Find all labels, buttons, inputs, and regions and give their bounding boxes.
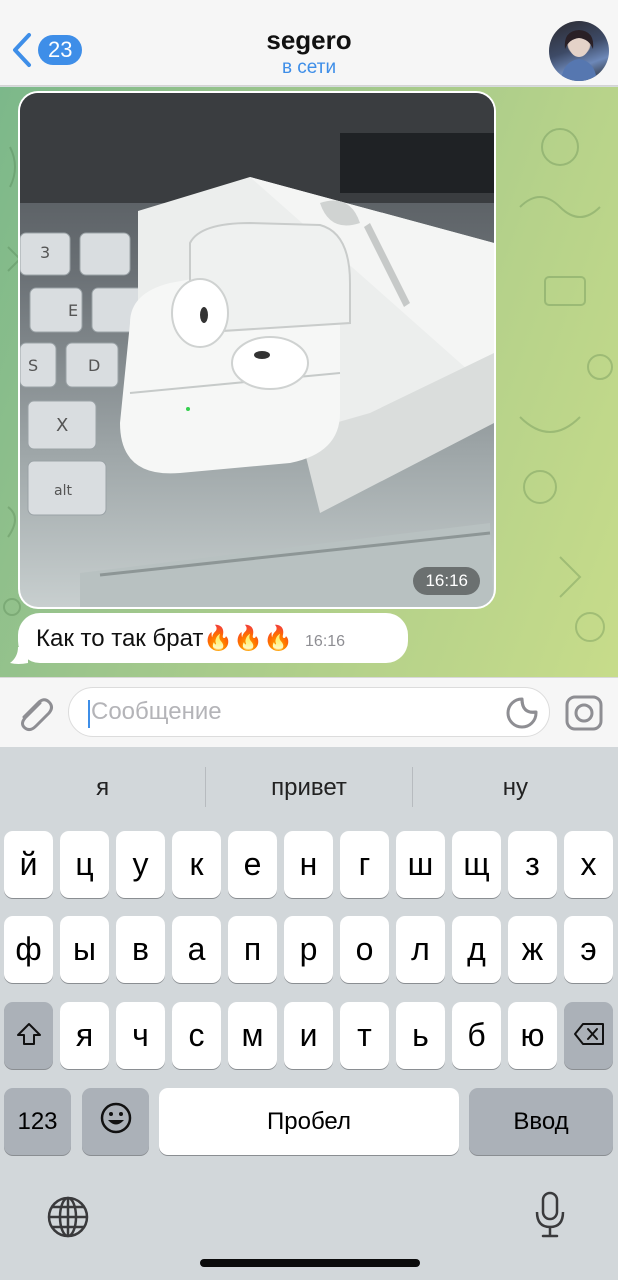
svg-text:3: 3	[40, 243, 50, 262]
svg-text:D: D	[88, 356, 100, 375]
key[interactable]: ч	[116, 1002, 165, 1069]
text-message[interactable]: Как то так брат🔥🔥🔥 16:16	[18, 613, 408, 663]
key[interactable]: е	[228, 831, 277, 898]
svg-text:E: E	[68, 301, 78, 320]
suggestion-item[interactable]: привет	[206, 767, 411, 809]
message-text: Как то так брат🔥🔥🔥	[36, 624, 294, 652]
key[interactable]: я	[60, 1002, 109, 1069]
key[interactable]: ф	[4, 916, 53, 983]
composer-bar	[0, 677, 618, 747]
numbers-key[interactable]: 123	[4, 1088, 71, 1155]
key[interactable]: в	[116, 916, 165, 983]
key[interactable]: ю	[508, 1002, 557, 1069]
key[interactable]: ц	[60, 831, 109, 898]
key[interactable]: ь	[396, 1002, 445, 1069]
key[interactable]: у	[116, 831, 165, 898]
key[interactable]: м	[228, 1002, 277, 1069]
key[interactable]: т	[340, 1002, 389, 1069]
photo-message[interactable]: 3 E S D X alt 16:16	[18, 91, 496, 609]
chat-area[interactable]: 3 E S D X alt 16:16 Как то так брат🔥🔥🔥 1…	[0, 87, 618, 677]
svg-text:S: S	[28, 356, 38, 375]
emoji-key[interactable]	[82, 1088, 149, 1155]
key[interactable]: к	[172, 831, 221, 898]
text-caret	[88, 700, 90, 728]
key[interactable]: д	[452, 916, 501, 983]
key[interactable]: ы	[60, 916, 109, 983]
key[interactable]: щ	[452, 831, 501, 898]
suggestion-bar: я привет ну	[0, 767, 618, 809]
key[interactable]: г	[340, 831, 389, 898]
globe-icon[interactable]	[46, 1195, 90, 1244]
backspace-icon	[573, 1017, 605, 1054]
message-photo[interactable]: 3 E S D X alt 16:16	[20, 93, 494, 607]
suggestion-item[interactable]: я	[0, 767, 205, 809]
chat-title: segero	[266, 25, 352, 55]
chat-header: 23 segero в сети	[0, 0, 618, 86]
sticker-icon[interactable]	[505, 696, 539, 735]
delete-key[interactable]	[564, 1002, 613, 1069]
key[interactable]: п	[228, 916, 277, 983]
shift-icon	[16, 1017, 42, 1054]
key[interactable]: ш	[396, 831, 445, 898]
key[interactable]: н	[284, 831, 333, 898]
photo-airpods-illustration: 3 E S D X alt	[20, 93, 494, 607]
key[interactable]: х	[564, 831, 613, 898]
on-screen-keyboard: я привет ну й ц у к е н г ш щ з х ф ы в …	[0, 747, 618, 1280]
suggestion-item[interactable]: ну	[413, 767, 618, 809]
paperclip-icon[interactable]	[14, 694, 54, 737]
key[interactable]: и	[284, 1002, 333, 1069]
message-input-field[interactable]	[68, 687, 550, 737]
bubble-tail	[10, 647, 28, 664]
microphone-icon[interactable]	[532, 1190, 568, 1245]
key[interactable]: а	[172, 916, 221, 983]
message-input[interactable]	[91, 688, 491, 736]
key[interactable]: б	[452, 1002, 501, 1069]
avatar[interactable]	[549, 21, 609, 81]
emoji-icon	[99, 1101, 133, 1143]
photo-timestamp: 16:16	[413, 567, 480, 595]
svg-text:alt: alt	[54, 483, 72, 499]
svg-text:X: X	[56, 415, 68, 436]
shift-key[interactable]	[4, 1002, 53, 1069]
key[interactable]: л	[396, 916, 445, 983]
key[interactable]: й	[4, 831, 53, 898]
home-indicator[interactable]	[200, 1259, 420, 1267]
key[interactable]: ж	[508, 916, 557, 983]
space-key[interactable]: Пробел	[159, 1088, 459, 1155]
key[interactable]: р	[284, 916, 333, 983]
chat-title-block[interactable]: segero в сети	[0, 24, 618, 80]
key[interactable]: о	[340, 916, 389, 983]
online-status: в сети	[281, 57, 337, 78]
camera-icon[interactable]	[564, 694, 604, 737]
key[interactable]: э	[564, 916, 613, 983]
message-timestamp: 16:16	[305, 633, 346, 650]
key[interactable]: с	[172, 1002, 221, 1069]
key[interactable]: з	[508, 831, 557, 898]
return-key[interactable]: Ввод	[469, 1088, 613, 1155]
